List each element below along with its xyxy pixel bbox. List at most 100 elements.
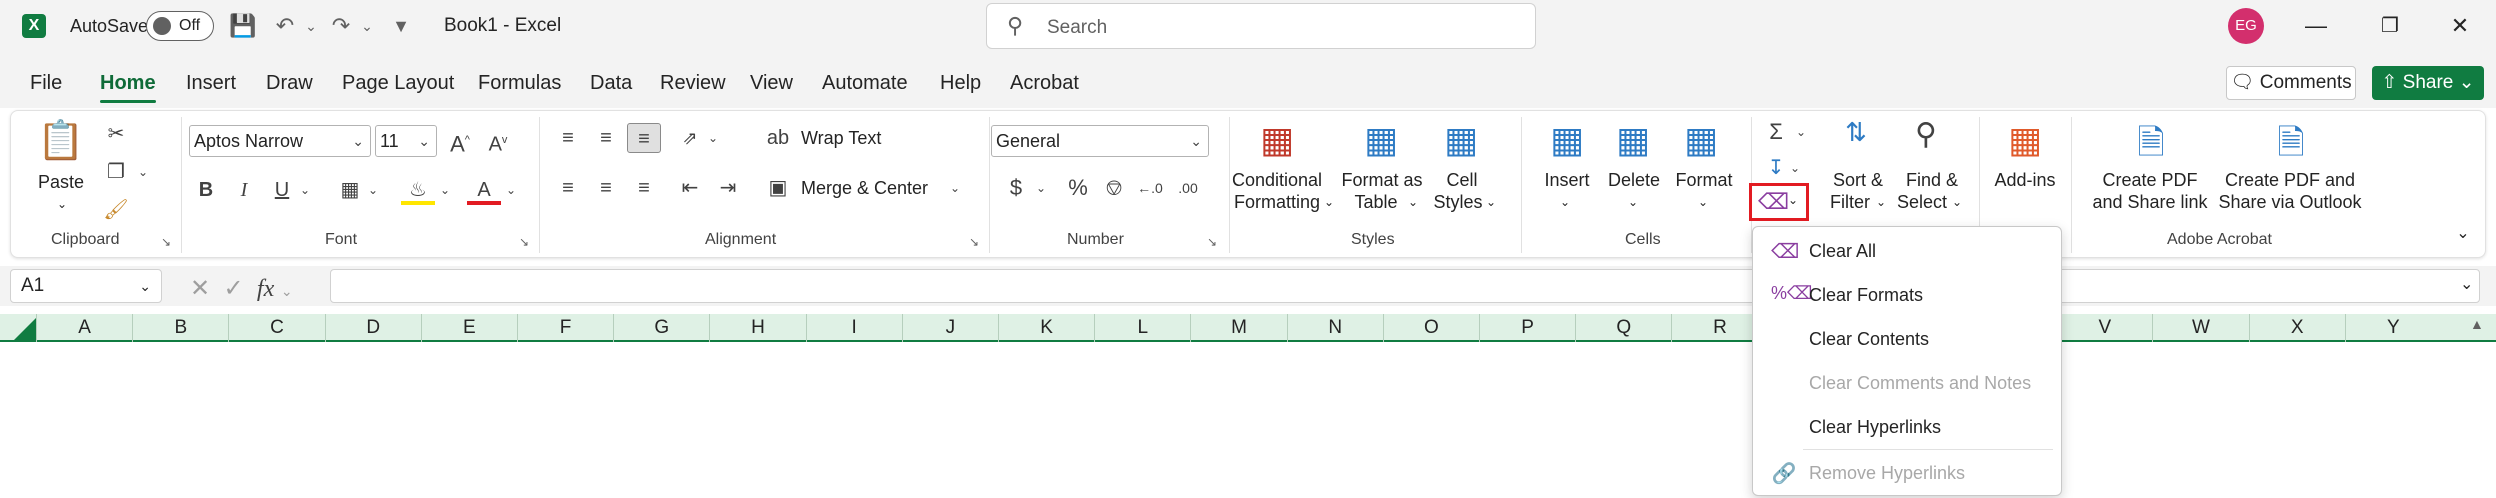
clipboard-launcher-icon[interactable]: ↘ xyxy=(161,235,171,249)
tab-draw[interactable]: Draw xyxy=(266,72,313,95)
merge-center-label[interactable]: Merge & Center xyxy=(801,177,928,199)
font-launcher-icon[interactable]: ↘ xyxy=(519,235,529,249)
format-as-table-label-1[interactable]: Format as xyxy=(1341,169,1423,191)
tab-home[interactable]: Home xyxy=(100,72,156,103)
find-select-label-1[interactable]: Find & xyxy=(1897,169,1967,191)
cut-icon[interactable]: ✂ xyxy=(99,119,133,149)
column-header-k[interactable]: K xyxy=(998,314,1094,342)
column-header-h[interactable]: H xyxy=(709,314,805,342)
tab-insert[interactable]: Insert xyxy=(186,72,236,95)
fx-dropdown-icon[interactable]: ⌄ xyxy=(281,283,293,299)
align-middle-icon[interactable]: ≡ xyxy=(589,123,623,153)
font-size-select[interactable]: 11 ⌄ xyxy=(375,125,437,157)
column-header-n[interactable]: N xyxy=(1286,314,1383,342)
copy-icon[interactable]: ❐ xyxy=(99,157,133,187)
column-header-c[interactable]: C xyxy=(228,314,324,342)
decrease-decimal-icon[interactable]: .00 xyxy=(1171,173,1205,203)
cell-styles-dropdown-icon[interactable]: ⌄ xyxy=(1483,191,1499,213)
bold-icon[interactable]: B xyxy=(189,175,223,205)
undo-dropdown-icon[interactable]: ⌄ xyxy=(296,12,326,40)
increase-indent-icon[interactable]: ⇥ xyxy=(711,173,745,203)
format-cells-label[interactable]: Format xyxy=(1671,169,1737,191)
column-header-j[interactable]: J xyxy=(901,314,998,342)
column-header-q[interactable]: Q xyxy=(1575,314,1671,342)
font-color-dropdown-icon[interactable]: ⌄ xyxy=(501,175,521,205)
fill-color-icon[interactable]: ♨ xyxy=(401,175,435,205)
format-as-table-dropdown-icon[interactable]: ⌄ xyxy=(1405,191,1421,213)
column-header-x[interactable]: X xyxy=(2248,314,2345,342)
delete-dropdown-icon[interactable]: ⌄ xyxy=(1625,191,1641,213)
column-header-l[interactable]: L xyxy=(1094,314,1190,342)
autosum-dropdown-icon[interactable]: ⌄ xyxy=(1791,117,1811,147)
select-all-corner[interactable] xyxy=(14,318,36,340)
conditional-formatting-label-2[interactable]: Formatting xyxy=(1223,191,1331,213)
percent-icon[interactable]: % xyxy=(1061,173,1095,203)
insert-cells-icon[interactable]: ▦ xyxy=(1541,119,1593,165)
insert-cells-label[interactable]: Insert xyxy=(1537,169,1597,191)
tab-formulas[interactable]: Formulas xyxy=(478,72,561,95)
create-pdf-label-2[interactable]: and Share link xyxy=(2085,191,2215,213)
cell-styles-label-2[interactable]: Styles xyxy=(1431,191,1485,213)
column-header-y[interactable]: Y xyxy=(2344,314,2441,342)
currency-icon[interactable]: $ xyxy=(999,173,1033,203)
paste-label[interactable]: Paste xyxy=(33,171,89,193)
create-pdf-outlook-icon[interactable]: 🗎 xyxy=(2265,119,2317,165)
menu-item-clear-formats[interactable]: %⌫ Clear Formats xyxy=(1753,275,2061,315)
conditional-formatting-label-1[interactable]: Conditional xyxy=(1223,169,1331,191)
insert-function-icon[interactable]: fx xyxy=(257,276,274,302)
clear-button[interactable]: ⌫ ⌄ xyxy=(1749,183,1809,221)
search-box[interactable]: ⚲ Search xyxy=(986,3,1536,49)
sort-filter-dropdown-icon[interactable]: ⌄ xyxy=(1873,191,1889,213)
column-header-p[interactable]: P xyxy=(1479,314,1575,342)
cancel-icon[interactable]: ✕ xyxy=(190,275,210,302)
column-header-b[interactable]: B xyxy=(132,314,228,342)
sort-filter-label-2[interactable]: Filter xyxy=(1825,191,1875,213)
align-top-icon[interactable]: ≡ xyxy=(551,123,585,153)
autosum-icon[interactable]: Σ xyxy=(1759,117,1793,147)
format-cells-icon[interactable]: ▦ xyxy=(1675,119,1727,165)
column-header-w[interactable]: W xyxy=(2152,314,2248,342)
align-center-icon[interactable]: ≡ xyxy=(589,173,623,203)
wrap-text-label[interactable]: Wrap Text xyxy=(801,127,881,149)
tab-automate[interactable]: Automate xyxy=(822,72,908,95)
restore-icon[interactable]: ❐ xyxy=(2370,10,2410,42)
tab-help[interactable]: Help xyxy=(940,72,981,95)
sort-filter-label-1[interactable]: Sort & xyxy=(1823,169,1893,191)
conditional-formatting-dropdown-icon[interactable]: ⌄ xyxy=(1321,191,1337,213)
menu-item-clear-hyperlinks[interactable]: Clear Hyperlinks xyxy=(1753,407,2061,447)
find-select-dropdown-icon[interactable]: ⌄ xyxy=(1949,191,1965,213)
delete-cells-icon[interactable]: ▦ xyxy=(1607,119,1659,165)
column-header-i[interactable]: I xyxy=(805,314,902,342)
orientation-dropdown-icon[interactable]: ⌄ xyxy=(703,123,723,153)
create-pdf-outlook-label-1[interactable]: Create PDF and xyxy=(2215,169,2365,191)
find-select-label-2[interactable]: Select xyxy=(1893,191,1951,213)
font-name-select[interactable]: Aptos Narrow ⌄ xyxy=(189,125,371,157)
comma-style-icon[interactable]: ⎊ xyxy=(1097,173,1131,203)
autosave-toggle[interactable]: Off xyxy=(146,11,214,41)
add-ins-icon[interactable]: ▦ xyxy=(1999,119,2051,165)
create-pdf-label-1[interactable]: Create PDF xyxy=(2085,169,2215,191)
decrease-font-icon[interactable]: Av xyxy=(481,125,515,156)
create-pdf-icon[interactable]: 🗎 xyxy=(2125,119,2177,165)
close-icon[interactable]: ✕ xyxy=(2440,10,2480,42)
cell-styles-label-1[interactable]: Cell xyxy=(1435,169,1489,191)
format-dropdown-icon[interactable]: ⌄ xyxy=(1695,191,1711,213)
comments-button[interactable]: 🗨 Comments xyxy=(2226,66,2356,100)
fill-dropdown-icon[interactable]: ⌄ xyxy=(1785,153,1805,183)
paste-icon[interactable]: 📋 xyxy=(37,119,84,167)
customize-qat-icon[interactable]: ▼ xyxy=(386,12,416,40)
cell-styles-icon[interactable]: ▦ xyxy=(1435,119,1487,165)
paste-dropdown-icon[interactable]: ⌄ xyxy=(47,193,77,215)
align-left-icon[interactable]: ≡ xyxy=(551,173,585,203)
expand-formula-bar-icon[interactable]: ⌄ xyxy=(2460,274,2473,294)
tab-acrobat[interactable]: Acrobat xyxy=(1010,72,1079,95)
borders-icon[interactable]: ▦ xyxy=(333,175,367,205)
avatar[interactable]: EG xyxy=(2228,8,2264,44)
save-icon[interactable]: 💾 xyxy=(228,12,258,40)
underline-dropdown-icon[interactable]: ⌄ xyxy=(295,175,315,205)
merge-dropdown-icon[interactable]: ⌄ xyxy=(945,173,965,203)
column-header-g[interactable]: G xyxy=(613,314,709,342)
orientation-icon[interactable]: ⇗ xyxy=(673,123,707,153)
tab-file[interactable]: File xyxy=(30,72,62,95)
column-header-v[interactable]: V xyxy=(2056,314,2152,342)
